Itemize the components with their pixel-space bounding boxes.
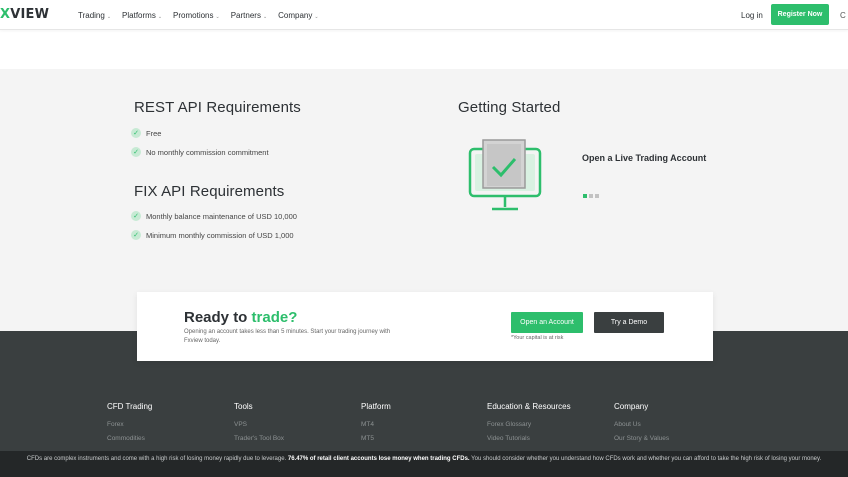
check-icon: ✓	[131, 128, 141, 138]
footer-col-title: CFD Trading	[107, 402, 153, 411]
check-icon: ✓	[131, 230, 141, 240]
monitor-check-icon	[468, 139, 542, 211]
footer-link-toolbox[interactable]: Trader's Tool Box	[234, 435, 284, 442]
footer-col-title: Tools	[234, 402, 253, 411]
logo[interactable]: XVIEW	[0, 7, 49, 22]
language-selector[interactable]: C	[840, 11, 846, 20]
nav-partners[interactable]: Partners ⌄	[231, 11, 267, 20]
check-icon: ✓	[131, 211, 141, 221]
try-demo-button[interactable]: Try a Demo	[594, 312, 664, 333]
footer-link-commodities[interactable]: Commodities	[107, 435, 152, 442]
main-nav: Trading ⌄ Platforms ⌄ Promotions ⌄ Partners…	[78, 11, 330, 20]
nav-platforms[interactable]: Platforms ⌄	[122, 11, 162, 20]
footer-col-tools: Tools VPS Trader's Tool Box	[234, 402, 284, 449]
footer-link-about[interactable]: About Us	[614, 421, 669, 428]
nav-company[interactable]: Company ⌄	[278, 11, 318, 20]
capital-risk-note: *Your capital is at risk	[511, 335, 564, 341]
cta-title-prefix: Ready to	[184, 309, 252, 326]
nav-trading[interactable]: Trading ⌄	[78, 11, 111, 20]
footer-link-mt5[interactable]: MT5	[361, 435, 391, 442]
risk-text-bold: 76.47% of retail client accounts lose mo…	[287, 456, 470, 462]
fix-item-balance: ✓ Monthly balance maintenance of USD 10,…	[131, 211, 297, 221]
chevron-down-icon: ⌄	[106, 13, 112, 20]
footer-link-story[interactable]: Our Story & Values	[614, 435, 669, 442]
requirement-text: No monthly commission commitment	[146, 147, 269, 157]
login-link[interactable]: Log in	[741, 11, 763, 20]
cta-description: Opening an account takes less than 5 min…	[184, 329, 391, 344]
nav-label: Promotions	[173, 11, 214, 20]
slide-dot-2[interactable]	[589, 194, 593, 198]
cta-card: Ready to trade? Opening an account takes…	[137, 292, 713, 361]
fix-item-commission: ✓ Minimum monthly commission of USD 1,00…	[131, 230, 294, 240]
rest-item-commission: ✓ No monthly commission commitment	[131, 147, 269, 157]
footer-col-company: Company About Us Our Story & Values	[614, 402, 669, 449]
footer-link-forex[interactable]: Forex	[107, 421, 152, 428]
slide-dot-3[interactable]	[595, 194, 599, 198]
nav-promotions[interactable]: Promotions ⌄	[173, 11, 220, 20]
nav-label: Platforms	[122, 11, 156, 20]
open-account-button[interactable]: Open an Account	[511, 312, 583, 333]
cta-title: Ready to trade?	[184, 309, 297, 326]
footer-col-cfd-trading: CFD Trading Forex Commodities	[107, 402, 152, 449]
chevron-down-icon: ⌄	[157, 13, 163, 20]
chevron-down-icon: ⌄	[215, 13, 220, 20]
footer-link-tutorials[interactable]: Video Tutorials	[487, 435, 571, 442]
footer-col-title: Company	[614, 402, 649, 411]
check-icon: ✓	[131, 147, 141, 157]
rest-item-free: ✓ Free	[131, 128, 161, 138]
fix-api-title: FIX API Requirements	[134, 183, 285, 200]
chevron-down-icon: ⌄	[314, 13, 319, 20]
nav-label: Company	[278, 11, 313, 20]
cta-title-highlight: trade?	[251, 309, 298, 326]
chevron-down-icon: ⌄	[262, 13, 268, 20]
slider-pagination	[583, 194, 599, 198]
risk-text: CFDs are complex instruments and come wi…	[26, 456, 288, 462]
risk-warning-bar: CFDs are complex instruments and come wi…	[0, 451, 848, 477]
register-button[interactable]: Register Now	[771, 4, 829, 25]
footer-link-glossary[interactable]: Forex Glossary	[487, 421, 571, 428]
requirement-text: Minimum monthly commission of USD 1,000	[146, 230, 294, 240]
site-header: XVIEW Trading ⌄ Platforms ⌄ Promotions ⌄ Pa…	[0, 0, 848, 30]
open-live-account-link[interactable]: Open a Live Trading Account	[582, 153, 706, 163]
slide-dot-1[interactable]	[583, 194, 587, 198]
logo-text: VIEW	[10, 7, 50, 22]
requirement-text: Free	[146, 128, 162, 138]
nav-label: Trading	[78, 11, 105, 20]
footer-col-education: Education & Resources Forex Glossary Vid…	[487, 402, 571, 449]
nav-label: Partners	[230, 11, 261, 20]
footer-col-title: Education & Resources	[487, 402, 571, 411]
footer-col-platform: Platform MT4 MT5	[361, 402, 391, 449]
requirement-text: Monthly balance maintenance of USD 10,00…	[146, 211, 297, 221]
footer-col-title: Platform	[361, 402, 391, 411]
footer-link-mt4[interactable]: MT4	[361, 421, 391, 428]
footer-link-vps[interactable]: VPS	[234, 421, 284, 428]
getting-started-title: Getting Started	[458, 99, 561, 116]
logo-x: X	[0, 7, 11, 22]
risk-text: You should consider whether you understa…	[469, 456, 822, 462]
rest-api-title: REST API Requirements	[134, 99, 301, 116]
